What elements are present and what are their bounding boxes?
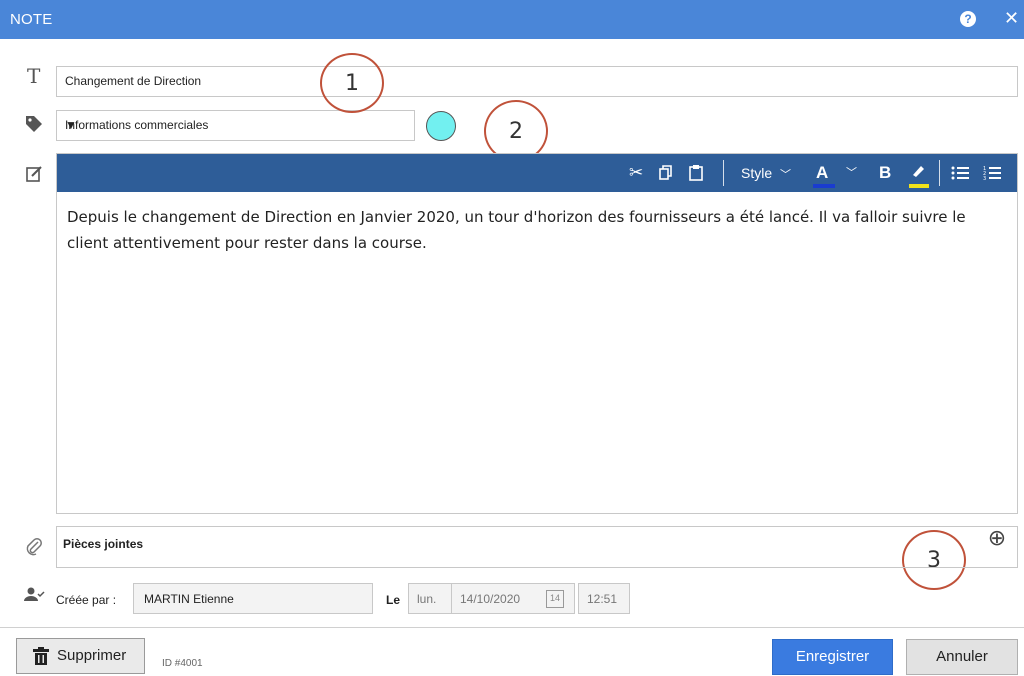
day-field: lun. [408,583,452,614]
paperclip-icon [24,537,46,559]
attachments-label: Pièces jointes [63,537,144,551]
delete-label: Supprimer [57,647,127,664]
help-icon[interactable]: ? [960,11,976,27]
rich-text-editor[interactable]: ✂ Style ﹀ A ﹀ B 123 Depuis le changement… [56,153,1018,514]
close-icon[interactable]: ✕ [1004,8,1019,29]
save-button[interactable]: Enregistrer [772,639,893,675]
style-label: Style [741,165,773,181]
chevron-down-icon: ﹀ [780,169,792,181]
time-value: 12:51 [587,592,618,606]
date-label: Le [386,593,401,607]
bullet-list-icon[interactable] [951,162,969,184]
plus-circle-icon[interactable]: ⊕ [985,528,1009,552]
chevron-down-icon: ▼ [65,118,77,132]
toolbar-separator [723,160,724,186]
title-field[interactable]: Changement de Direction [56,66,1018,97]
title-bar: NOTE ? ✕ [0,0,1024,39]
attachments-panel: Pièces jointes [56,526,1018,568]
cancel-button[interactable]: Annuler [906,639,1018,675]
callout-1: 1 [320,53,384,113]
editor-toolbar: ✂ Style ﹀ A ﹀ B 123 [57,154,1017,192]
chevron-down-icon[interactable]: ﹀ [846,162,857,184]
font-color-bar [813,184,835,188]
font-color-button[interactable]: A [816,162,828,184]
window-title: NOTE [10,11,53,28]
font-color-label: A [816,163,829,182]
copy-icon[interactable] [659,162,673,184]
record-id: ID #4001 [162,658,203,669]
author-value: MARTIN Etienne [144,592,234,606]
title-T-icon: T [27,64,41,88]
date-value: 14/10/2020 [460,592,521,606]
svg-text:3: 3 [983,176,986,181]
user-check-icon [24,586,46,608]
footer: Supprimer ID #4001 Enregistrer Annuler [0,627,1024,676]
title-field-value: Changement de Direction [65,74,202,88]
note-edit-icon [24,164,46,186]
numbered-list-icon[interactable]: 123 [983,162,1001,184]
bold-button[interactable]: B [879,162,891,184]
calendar-icon[interactable]: 14 [546,590,564,608]
time-field[interactable]: 12:51 [578,583,630,614]
toolbar-separator [939,160,940,186]
cut-icon[interactable]: ✂ [629,162,643,184]
style-dropdown[interactable]: Style ﹀ [741,162,791,184]
highlight-color-bar [909,184,929,188]
created-by-label: Créée par : [56,593,117,607]
note-content[interactable]: Depuis le changement de Direction en Jan… [67,204,1007,256]
day-value: lun. [417,592,437,606]
highlighter-icon[interactable] [909,162,927,184]
paste-icon[interactable] [689,162,703,184]
author-field: MARTIN Etienne [133,583,373,614]
tag-icon [24,114,46,136]
delete-button[interactable]: Supprimer [16,638,145,674]
date-field[interactable]: 14/10/2020 14 [451,583,575,614]
category-select[interactable]: Informations commerciales ▼ [56,110,415,141]
category-color-swatch[interactable] [426,111,456,141]
trash-icon [33,647,49,665]
